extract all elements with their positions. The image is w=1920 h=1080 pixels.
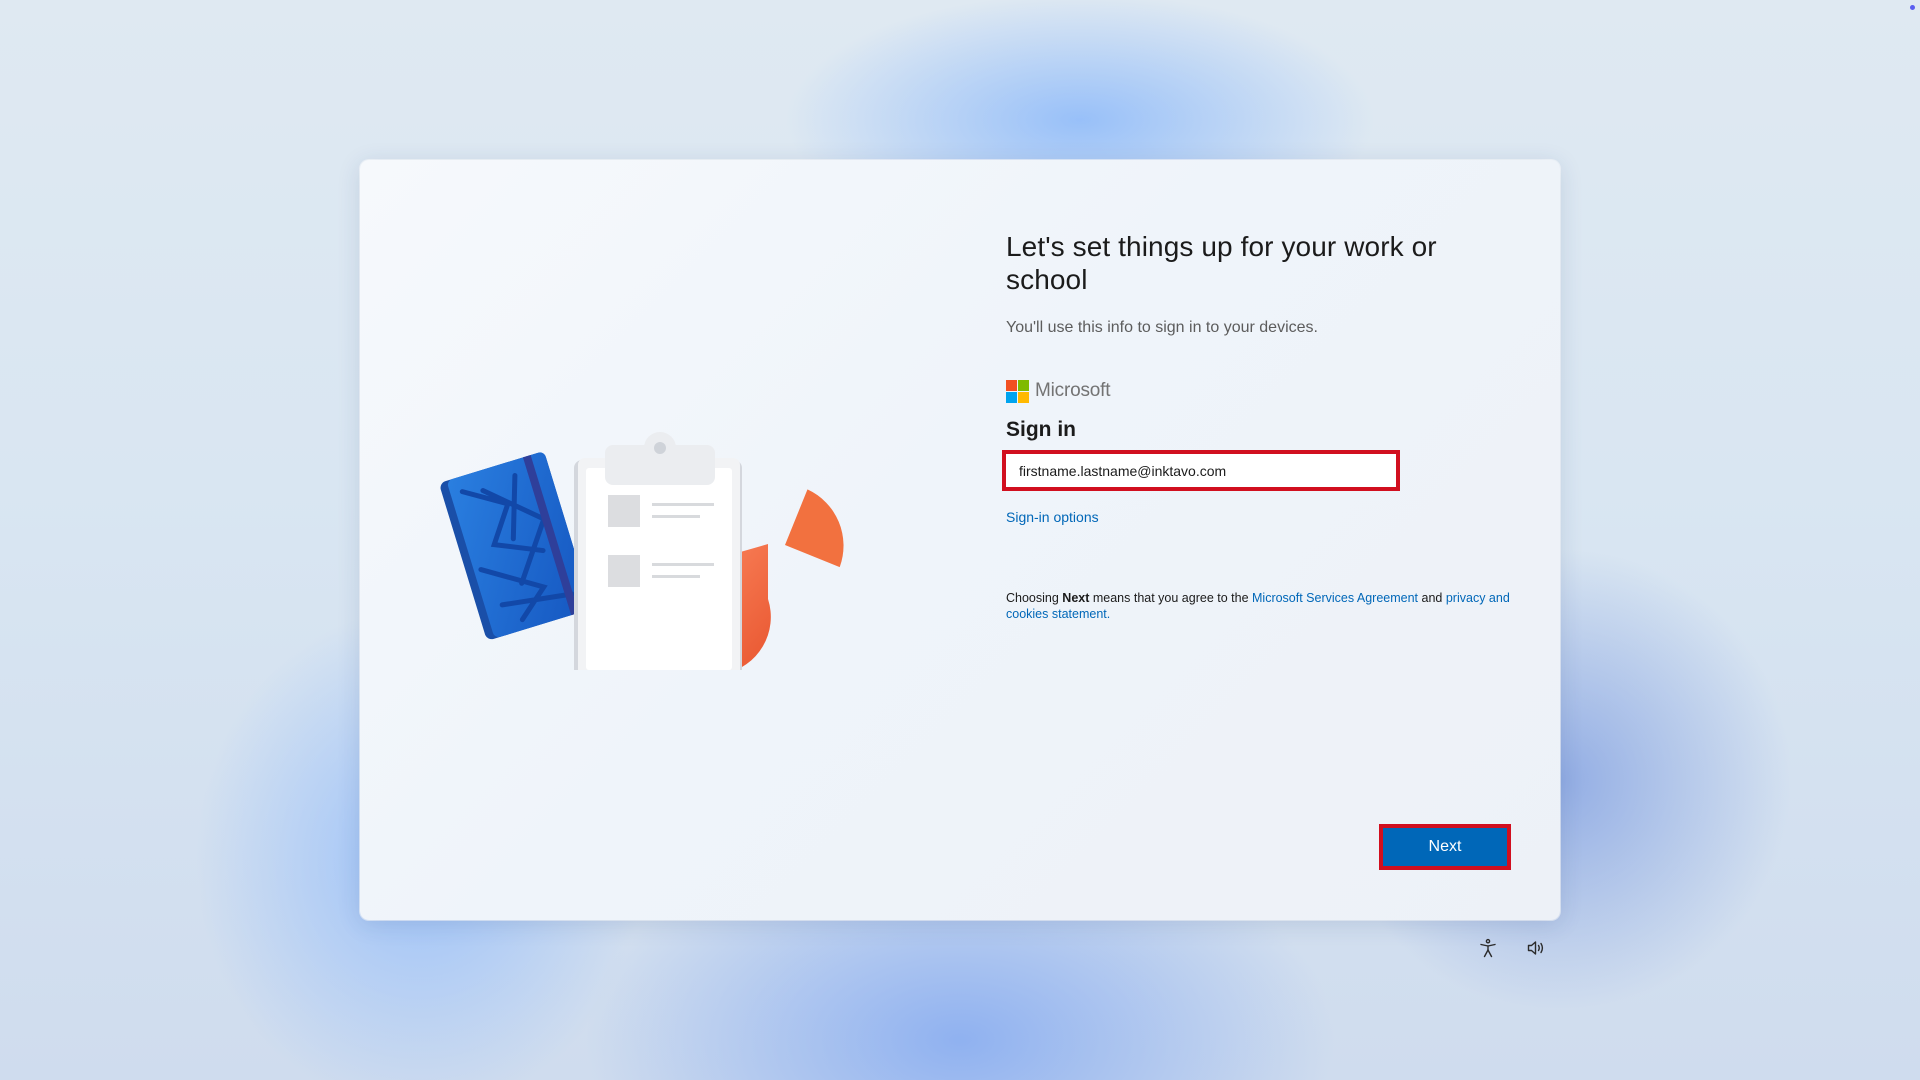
signin-panel: Let's set things up for your work or sch… (1002, 230, 1516, 622)
clipboard-icon (574, 432, 742, 682)
signin-heading: Sign in (1006, 418, 1076, 441)
privacy-link-period[interactable]: . (1107, 607, 1110, 621)
email-field[interactable] (1006, 455, 1389, 486)
microsoft-wordmark: Microsoft (1035, 380, 1111, 401)
agreement-next-word: Next (1062, 591, 1090, 605)
email-field-highlight (1002, 450, 1400, 491)
agreement-text: Choosing Next means that you agree to th… (1006, 590, 1516, 622)
agreement-and: and (1418, 591, 1446, 605)
page-subtitle: You'll use this info to sign in to your … (1006, 319, 1318, 336)
page-title: Let's set things up for your work or sch… (1006, 231, 1437, 295)
agreement-prefix: Choosing (1006, 591, 1063, 605)
agreement-middle: means that you agree to the (1089, 591, 1252, 605)
microsoft-brand: Microsoft (1006, 378, 1516, 404)
services-agreement-link[interactable]: Microsoft Services Agreement (1252, 591, 1418, 605)
setup-card: Let's set things up for your work or sch… (360, 160, 1560, 920)
status-dot (1910, 5, 1915, 10)
work-school-illustration (440, 410, 860, 682)
next-button-highlight: Next (1379, 824, 1511, 870)
next-button[interactable]: Next (1383, 828, 1507, 866)
microsoft-logo-icon (1006, 379, 1029, 403)
notebook-icon (440, 452, 591, 640)
accessibility-icon[interactable] (1476, 936, 1500, 960)
volume-icon[interactable] (1524, 936, 1548, 960)
signin-options-link[interactable]: Sign-in options (1006, 509, 1099, 525)
footer-controls (1476, 936, 1548, 960)
